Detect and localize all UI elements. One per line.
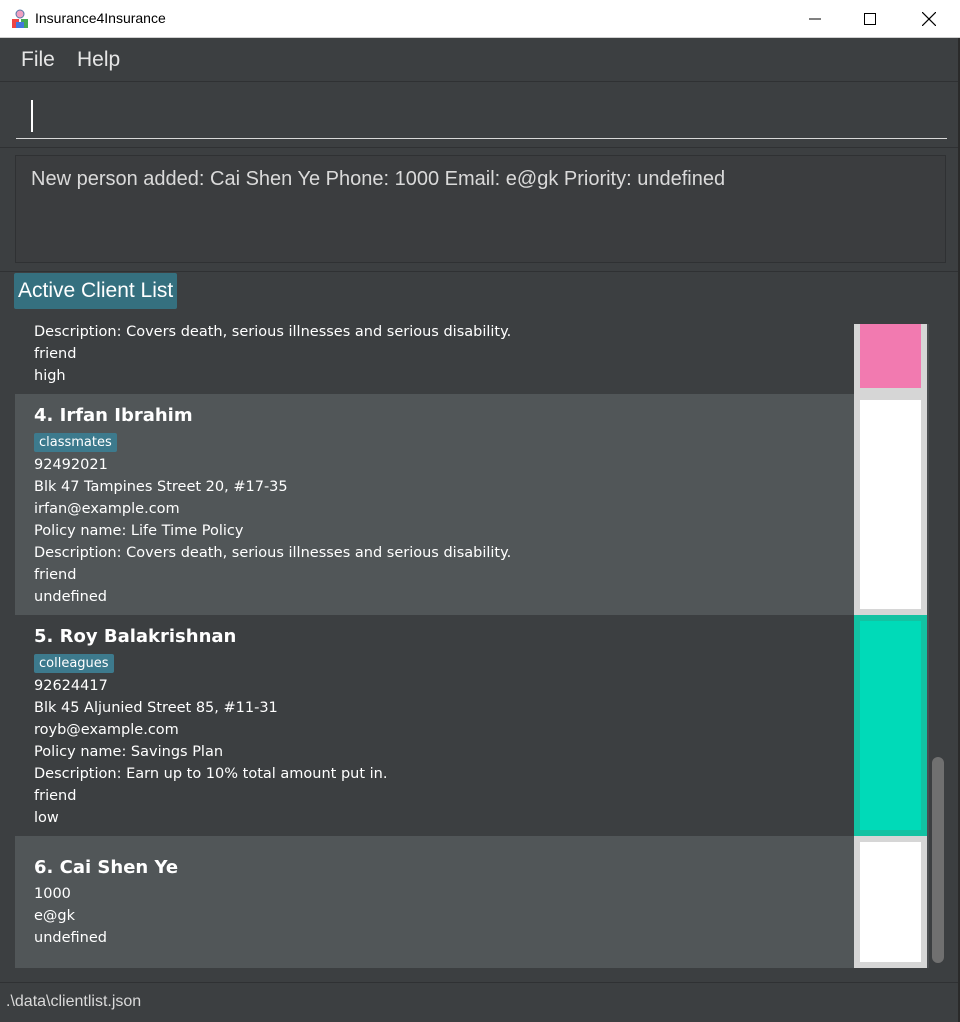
client-policy-name: Policy name: Life Time Policy: [34, 523, 244, 539]
result-display[interactable]: New person added: Cai Shen Ye Phone: 100…: [15, 155, 946, 263]
client-card[interactable]: Description: Covers death, serious illne…: [15, 324, 927, 394]
app-icon: [12, 9, 28, 28]
client-priority: undefined: [34, 589, 107, 605]
text-caret: [31, 100, 33, 132]
close-button[interactable]: [900, 0, 958, 38]
client-tag: classmates: [34, 433, 117, 452]
client-tag: colleagues: [34, 654, 114, 673]
list-scrollbar-thumb[interactable]: [932, 757, 944, 963]
client-card[interactable]: 4. Irfan Ibrahim classmates 92492021 Blk…: [15, 394, 927, 615]
save-file-path: .\data\clientlist.json: [6, 993, 142, 1010]
maximize-button[interactable]: [841, 0, 899, 38]
priority-color: [860, 842, 921, 962]
client-policy-name: Policy name: Savings Plan: [34, 744, 224, 760]
client-name: 6. Cai Shen Ye: [34, 857, 179, 878]
client-card[interactable]: 6. Cai Shen Ye 1000 e@gk undefined: [15, 836, 927, 968]
client-address: Blk 45 Aljunied Street 85, #11-31: [34, 700, 278, 716]
priority-swatch: [854, 394, 927, 615]
client-priority: high: [34, 368, 66, 384]
client-relationship: friend: [34, 788, 77, 804]
client-priority: undefined: [34, 930, 107, 946]
client-card-body: 6. Cai Shen Ye 1000 e@gk undefined: [15, 836, 854, 968]
client-card-body: 4. Irfan Ibrahim classmates 92492021 Blk…: [15, 394, 854, 615]
client-phone: 92624417: [34, 678, 108, 694]
result-message: New person added: Cai Shen Ye Phone: 100…: [31, 168, 726, 190]
priority-color: [860, 324, 921, 388]
command-box: [16, 92, 947, 139]
client-phone: 92492021: [34, 457, 108, 473]
menu-file[interactable]: File: [21, 48, 55, 72]
client-email: irfan@example.com: [34, 501, 180, 517]
window-title: Insurance4Insurance: [35, 10, 166, 26]
command-pane: [0, 82, 960, 148]
client-email: royb@example.com: [34, 722, 179, 738]
client-list-header: Active Client List: [14, 273, 178, 309]
priority-swatch: [854, 324, 927, 394]
priority-color: [860, 621, 921, 830]
client-phone: 1000: [34, 886, 71, 902]
client-relationship: friend: [34, 567, 77, 583]
client-priority: low: [34, 810, 59, 826]
client-card-body: 5. Roy Balakrishnan colleagues 92624417 …: [15, 615, 854, 836]
priority-swatch: [854, 836, 927, 968]
client-description: Description: Covers death, serious illne…: [34, 324, 512, 340]
priority-color: [860, 400, 921, 609]
client-address: Blk 47 Tampines Street 20, #17-35: [34, 479, 288, 495]
minimize-icon: [809, 18, 821, 20]
client-description: Description: Earn up to 10% total amount…: [34, 766, 388, 782]
client-name: 5. Roy Balakrishnan: [34, 626, 237, 647]
client-card-body: Description: Covers death, serious illne…: [15, 324, 854, 394]
menu-bar: File Help: [0, 38, 960, 82]
command-input[interactable]: [16, 92, 947, 138]
result-pane: New person added: Cai Shen Ye Phone: 100…: [0, 148, 960, 272]
client-relationship: friend: [34, 346, 77, 362]
client-card[interactable]: 5. Roy Balakrishnan colleagues 92624417 …: [15, 615, 927, 836]
priority-swatch: [854, 615, 927, 836]
client-name: 4. Irfan Ibrahim: [34, 405, 193, 426]
minimize-button[interactable]: [786, 0, 844, 38]
close-icon: [922, 12, 936, 26]
status-bar: .\data\clientlist.json: [0, 982, 960, 1022]
title-bar: Insurance4Insurance: [0, 0, 960, 38]
client-description: Description: Covers death, serious illne…: [34, 545, 512, 561]
client-email: e@gk: [34, 908, 76, 924]
client-list[interactable]: Description: Covers death, serious illne…: [15, 324, 929, 968]
maximize-icon: [864, 13, 876, 25]
menu-help[interactable]: Help: [77, 48, 120, 72]
